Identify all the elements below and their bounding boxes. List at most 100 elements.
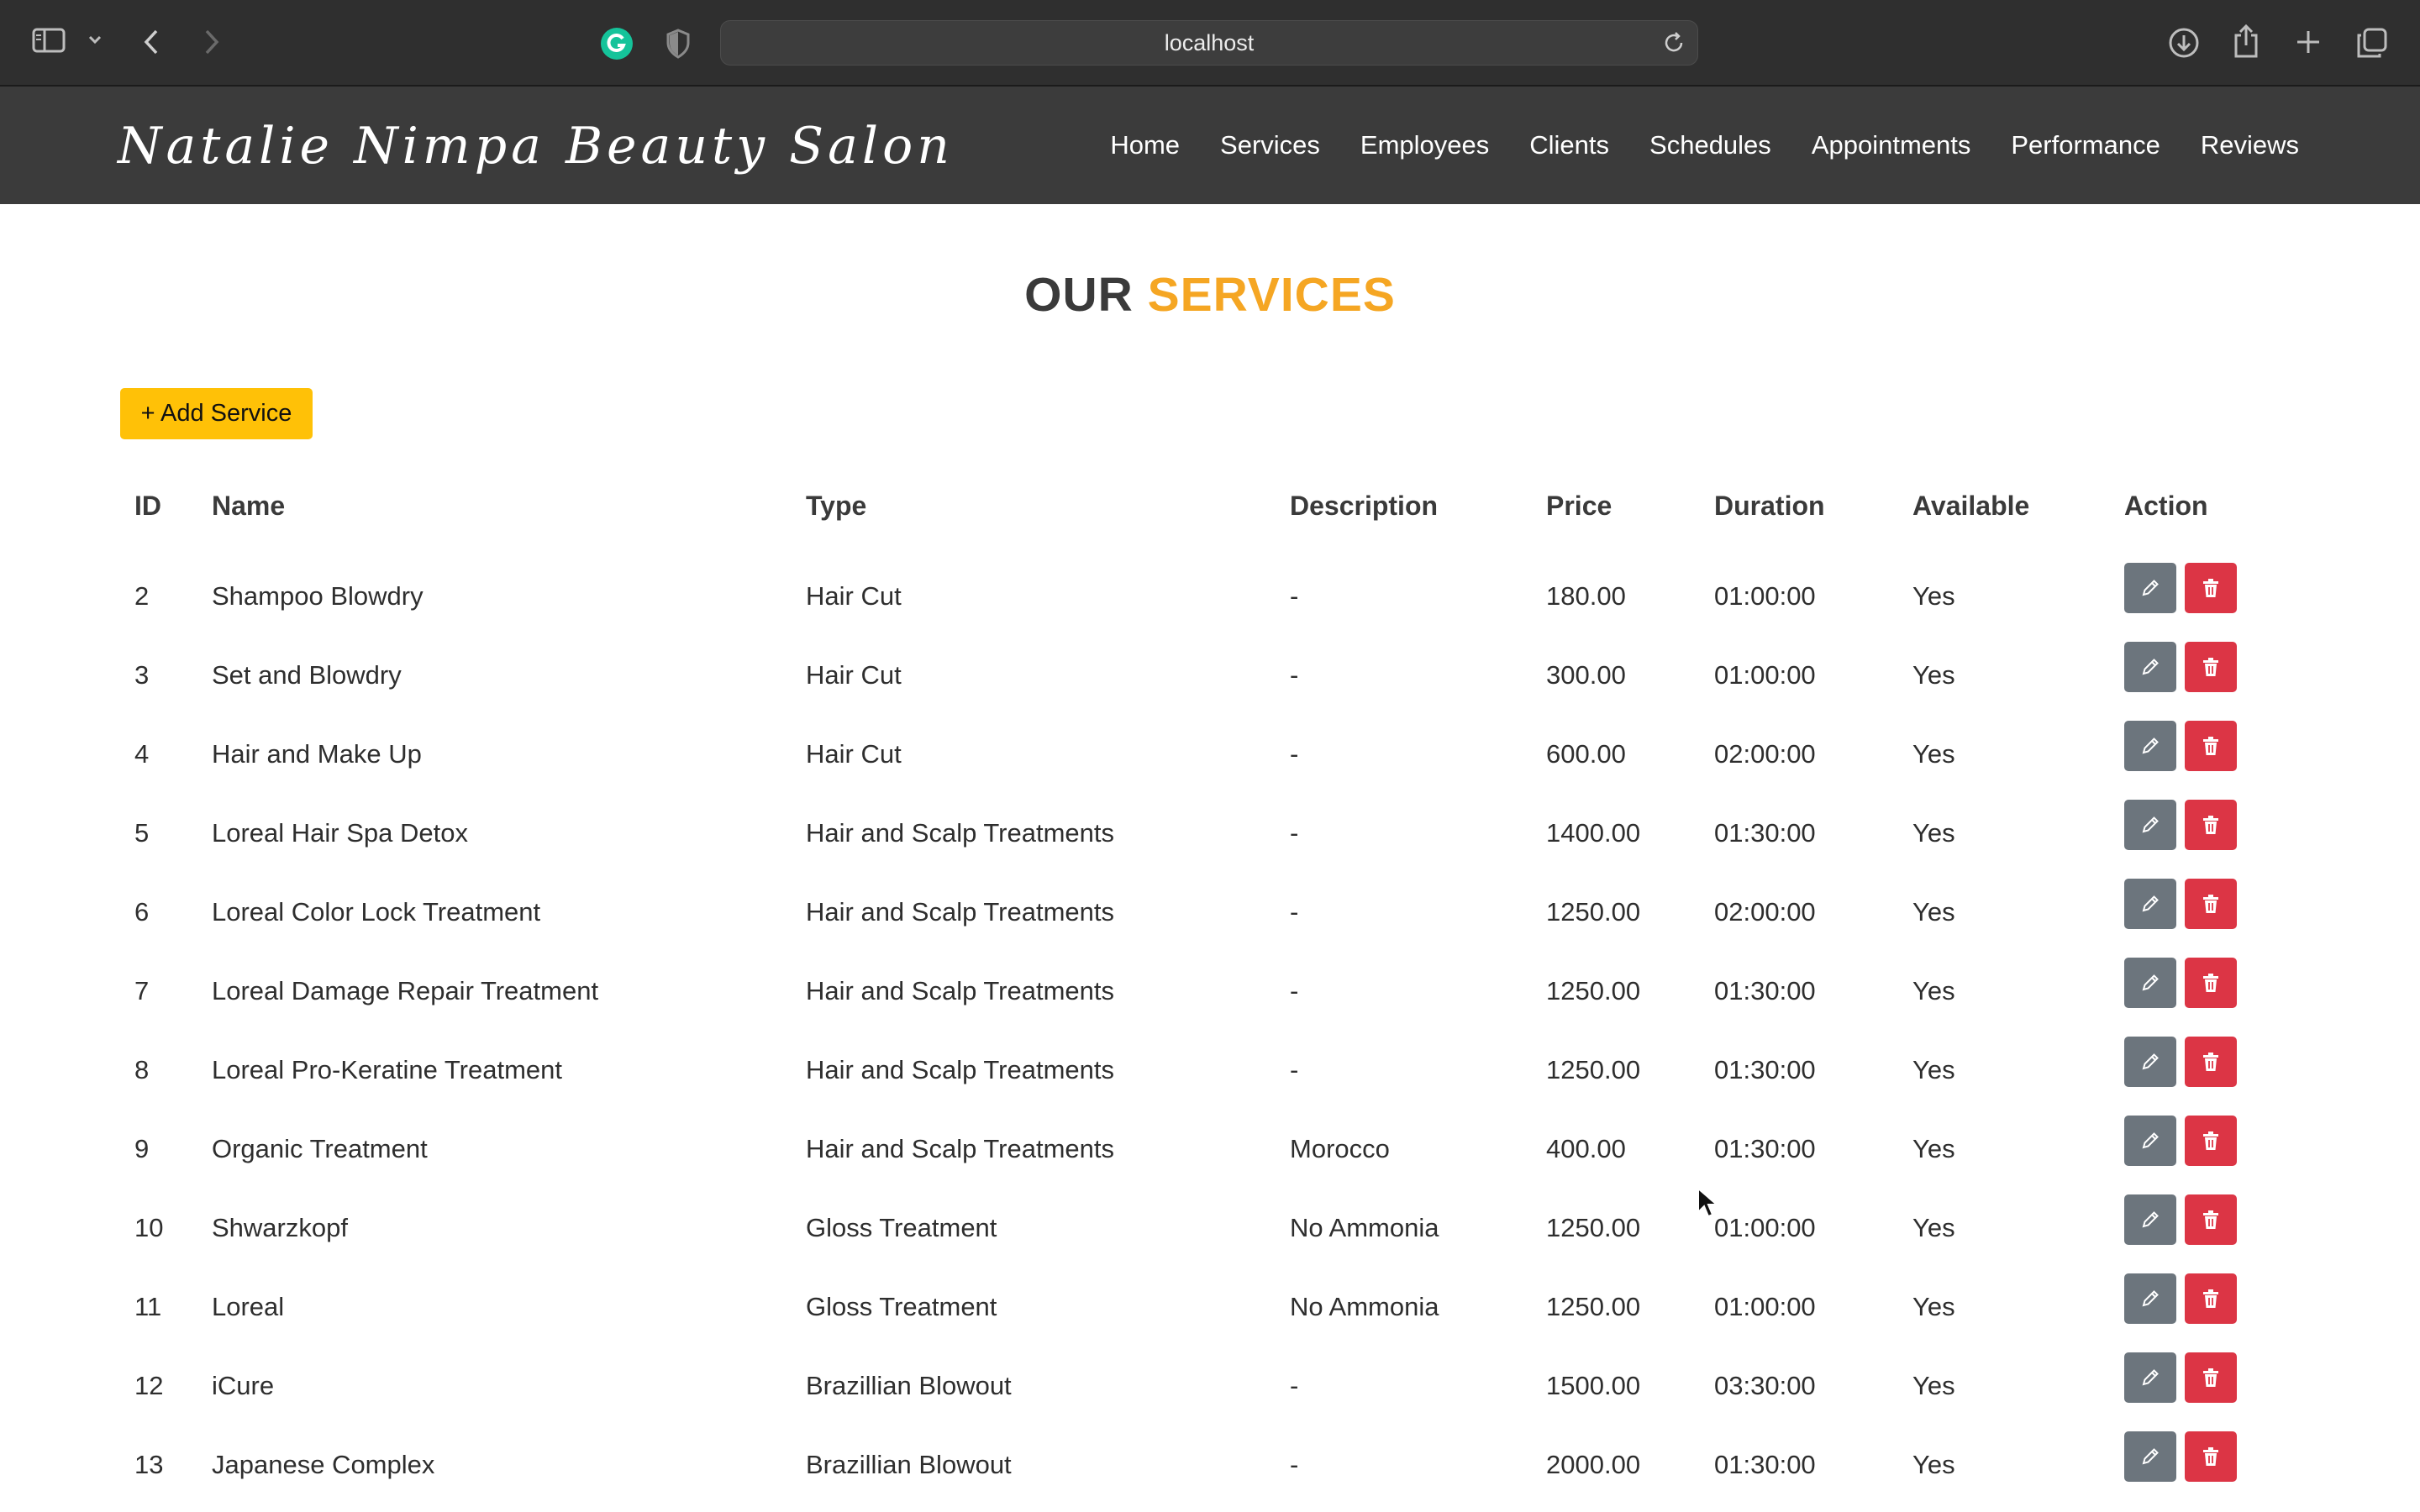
cell-description: - [1290, 1450, 1299, 1479]
nav-link-employees[interactable]: Employees [1360, 130, 1489, 160]
cell-id: 5 [134, 818, 150, 848]
delete-button[interactable] [2185, 879, 2237, 929]
cell-id: 4 [134, 739, 150, 769]
pencil-icon [2139, 1051, 2161, 1073]
cell-id: 7 [134, 976, 150, 1005]
reload-icon[interactable] [1662, 31, 1686, 59]
nav-link-clients[interactable]: Clients [1529, 130, 1609, 160]
pencil-icon [2139, 577, 2161, 599]
cell-description: Morocco [1290, 1134, 1390, 1163]
tab-overview-icon[interactable] [2356, 27, 2388, 59]
cell-price: 2000.00 [1546, 1450, 1641, 1479]
cell-name: Loreal Pro-Keratine Treatment [212, 1055, 562, 1084]
sidebar-toggle-icon[interactable] [32, 27, 66, 54]
nav-links: Home Services Employees Clients Schedule… [1110, 87, 2299, 204]
cell-name: Loreal Damage Repair Treatment [212, 976, 599, 1005]
cell-type: Hair and Scalp Treatments [806, 897, 1115, 927]
cell-description: No Ammonia [1290, 1213, 1439, 1242]
pencil-icon [2139, 1367, 2161, 1389]
trash-icon [2201, 1051, 2221, 1073]
cell-duration: 01:30:00 [1714, 1055, 1816, 1084]
cell-available: Yes [1912, 976, 1955, 1005]
edit-button[interactable] [2124, 1273, 2176, 1324]
trash-icon [2201, 1288, 2221, 1310]
edit-button[interactable] [2124, 1037, 2176, 1087]
page-title-part2: SERVICES [1147, 268, 1396, 322]
grammarly-icon[interactable] [600, 27, 634, 60]
nav-link-schedules[interactable]: Schedules [1649, 130, 1771, 160]
delete-button[interactable] [2185, 1352, 2237, 1403]
edit-button[interactable] [2124, 563, 2176, 613]
cell-description: - [1290, 1371, 1299, 1400]
address-bar[interactable]: localhost [720, 20, 1698, 66]
delete-button[interactable] [2185, 1194, 2237, 1245]
nav-link-services[interactable]: Services [1220, 130, 1320, 160]
cell-price: 600.00 [1546, 739, 1626, 769]
cell-name: Hair and Make Up [212, 739, 422, 769]
cell-type: Hair Cut [806, 660, 902, 690]
cell-id: 11 [134, 1292, 162, 1321]
delete-button[interactable] [2185, 800, 2237, 850]
cell-price: 300.00 [1546, 660, 1626, 690]
delete-button[interactable] [2185, 642, 2237, 692]
cell-description: - [1290, 818, 1299, 848]
share-icon[interactable] [2232, 24, 2260, 59]
cell-description: - [1290, 1055, 1299, 1084]
cell-price: 400.00 [1546, 1134, 1626, 1163]
delete-button[interactable] [2185, 1037, 2237, 1087]
browser-toolbar: localhost [0, 0, 2420, 87]
edit-button[interactable] [2124, 1431, 2176, 1482]
cell-id: 9 [134, 1134, 150, 1163]
pencil-icon [2139, 735, 2161, 757]
cell-duration: 01:00:00 [1714, 660, 1816, 690]
delete-button[interactable] [2185, 1273, 2237, 1324]
delete-button[interactable] [2185, 958, 2237, 1008]
col-header-available: Available [1912, 491, 2030, 521]
edit-button[interactable] [2124, 800, 2176, 850]
url-text: localhost [1164, 29, 1255, 55]
table-row: 4 Hair and Make Up Hair Cut - 600.00 02:00:00… [0, 721, 2420, 800]
cell-type: Brazillian Blowout [806, 1450, 1012, 1479]
pencil-icon [2139, 893, 2161, 915]
edit-button[interactable] [2124, 642, 2176, 692]
delete-button[interactable] [2185, 1116, 2237, 1166]
nav-link-home[interactable]: Home [1110, 130, 1180, 160]
nav-link-reviews[interactable]: Reviews [2201, 130, 2299, 160]
edit-button[interactable] [2124, 1116, 2176, 1166]
cell-available: Yes [1912, 1134, 1955, 1163]
nav-link-appointments[interactable]: Appointments [1812, 130, 1971, 160]
edit-button[interactable] [2124, 1194, 2176, 1245]
privacy-shield-icon[interactable] [666, 29, 691, 59]
cell-name: Japanese Complex [212, 1450, 435, 1479]
edit-button[interactable] [2124, 879, 2176, 929]
cell-duration: 01:00:00 [1714, 581, 1816, 611]
cell-available: Yes [1912, 660, 1955, 690]
chevron-down-icon[interactable] [87, 34, 103, 45]
cell-type: Brazillian Blowout [806, 1371, 1012, 1400]
cell-available: Yes [1912, 581, 1955, 611]
nav-link-performance[interactable]: Performance [2011, 130, 2160, 160]
cell-price: 1400.00 [1546, 818, 1641, 848]
edit-button[interactable] [2124, 721, 2176, 771]
cell-description: - [1290, 976, 1299, 1005]
trash-icon [2201, 972, 2221, 994]
edit-button[interactable] [2124, 1352, 2176, 1403]
download-icon[interactable] [2168, 27, 2200, 59]
delete-button[interactable] [2185, 721, 2237, 771]
trash-icon [2201, 814, 2221, 836]
delete-button[interactable] [2185, 1431, 2237, 1482]
back-icon[interactable] [141, 29, 161, 55]
table-row: 8 Loreal Pro-Keratine Treatment Hair and S… [0, 1037, 2420, 1116]
cell-name: Shampoo Blowdry [212, 581, 424, 611]
new-tab-icon[interactable] [2295, 29, 2322, 55]
cell-price: 1250.00 [1546, 1055, 1641, 1084]
cell-duration: 01:30:00 [1714, 818, 1816, 848]
cell-id: 8 [134, 1055, 150, 1084]
delete-button[interactable] [2185, 563, 2237, 613]
cell-description: No Ammonia [1290, 1292, 1439, 1321]
brand-logo[interactable]: Natalie Nimpa Beauty Salon [118, 117, 954, 176]
edit-button[interactable] [2124, 958, 2176, 1008]
forward-icon[interactable] [202, 29, 222, 55]
cell-type: Hair Cut [806, 739, 902, 769]
add-service-button[interactable]: + Add Service [120, 388, 313, 439]
